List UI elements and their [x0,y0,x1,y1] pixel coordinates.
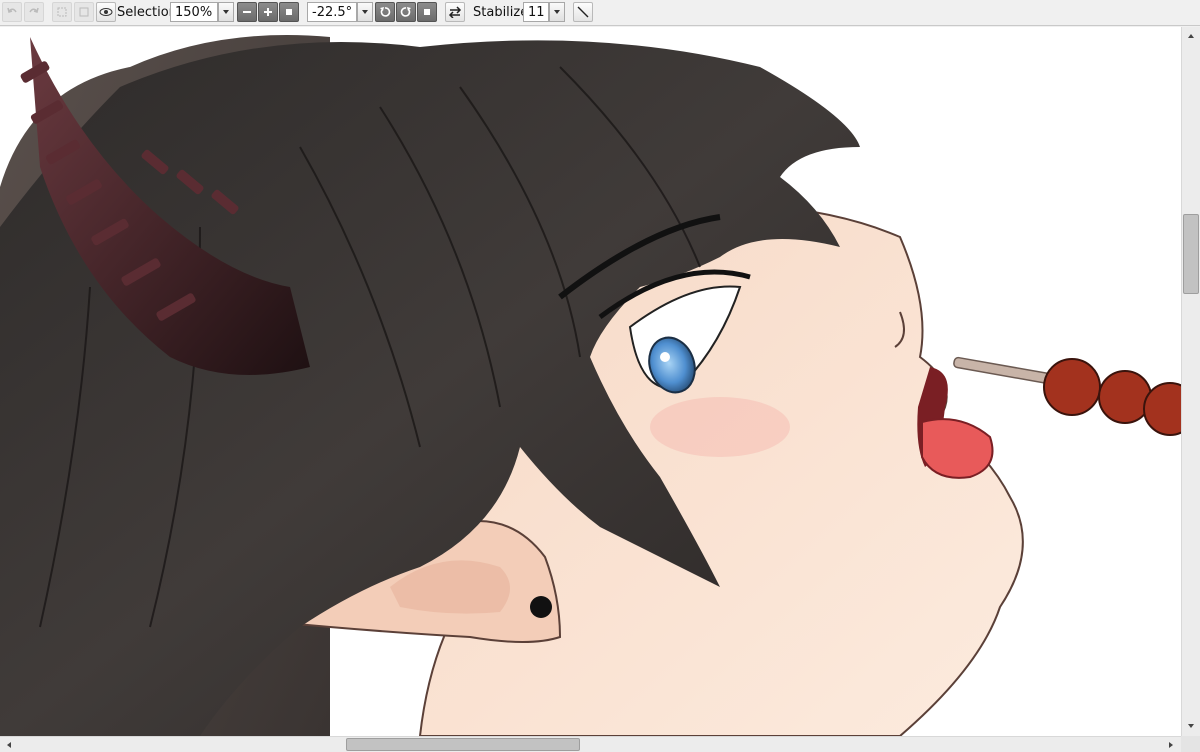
plus-icon [264,8,272,16]
horizontal-scrollbar[interactable] [0,736,1181,752]
diagonal-line-icon [577,6,589,18]
selection-label: Selection [117,5,177,20]
rotate-left-icon [380,7,391,17]
chevron-down-icon [554,10,560,14]
eye-icon [99,8,113,16]
invert-icon [79,7,89,17]
horizontal-scroll-thumb[interactable] [346,738,580,751]
line-tool-button[interactable] [573,2,593,22]
rotation-reset-button[interactable] [417,2,437,22]
zoom-field[interactable]: 150% [170,2,218,22]
chevron-down-icon [223,10,229,14]
arrow-down-icon [1188,724,1194,728]
scroll-up-button[interactable] [1183,29,1199,43]
rotate-right-icon [400,7,411,17]
arrow-left-icon [7,741,11,748]
redo-button[interactable] [24,2,44,22]
undo-icon [7,7,17,13]
rotation-field[interactable]: -22.5° [307,2,357,22]
arrow-right-icon [1169,741,1173,748]
square-icon [424,9,430,15]
stabilizer-dropdown[interactable] [549,2,565,22]
rotate-left-button[interactable] [375,2,395,22]
stabilizer-field[interactable]: 11 [523,2,549,22]
scrollbar-corner [1181,736,1200,752]
chevron-down-icon [362,10,368,14]
zoom-out-button[interactable] [237,2,257,22]
scroll-left-button[interactable] [2,738,16,751]
flip-button[interactable] [445,2,465,22]
redo-icon [29,7,39,13]
drawing-canvas[interactable] [0,27,1181,736]
zoom-reset-button[interactable] [279,2,299,22]
square-icon [286,9,292,15]
deselect-button[interactable] [52,2,72,22]
zoom-dropdown[interactable] [218,2,234,22]
scroll-down-button[interactable] [1183,719,1199,733]
toolbar: Selection 150% -22.5° Stabilizer 11 [0,0,1200,26]
zoom-in-button[interactable] [258,2,278,22]
scroll-right-button[interactable] [1164,738,1178,751]
selection-visibility-button[interactable] [96,2,116,22]
tongue [921,418,994,479]
artwork [0,35,1181,736]
vertical-scroll-thumb[interactable] [1183,214,1199,294]
vertical-scrollbar[interactable] [1181,27,1200,736]
rotation-dropdown[interactable] [357,2,373,22]
arrow-up-icon [1188,34,1194,38]
undo-button[interactable] [2,2,22,22]
minus-icon [243,11,251,13]
deselect-icon [57,7,67,17]
rotate-right-button[interactable] [396,2,416,22]
invert-selection-button[interactable] [74,2,94,22]
flip-arrows-icon [448,6,462,18]
